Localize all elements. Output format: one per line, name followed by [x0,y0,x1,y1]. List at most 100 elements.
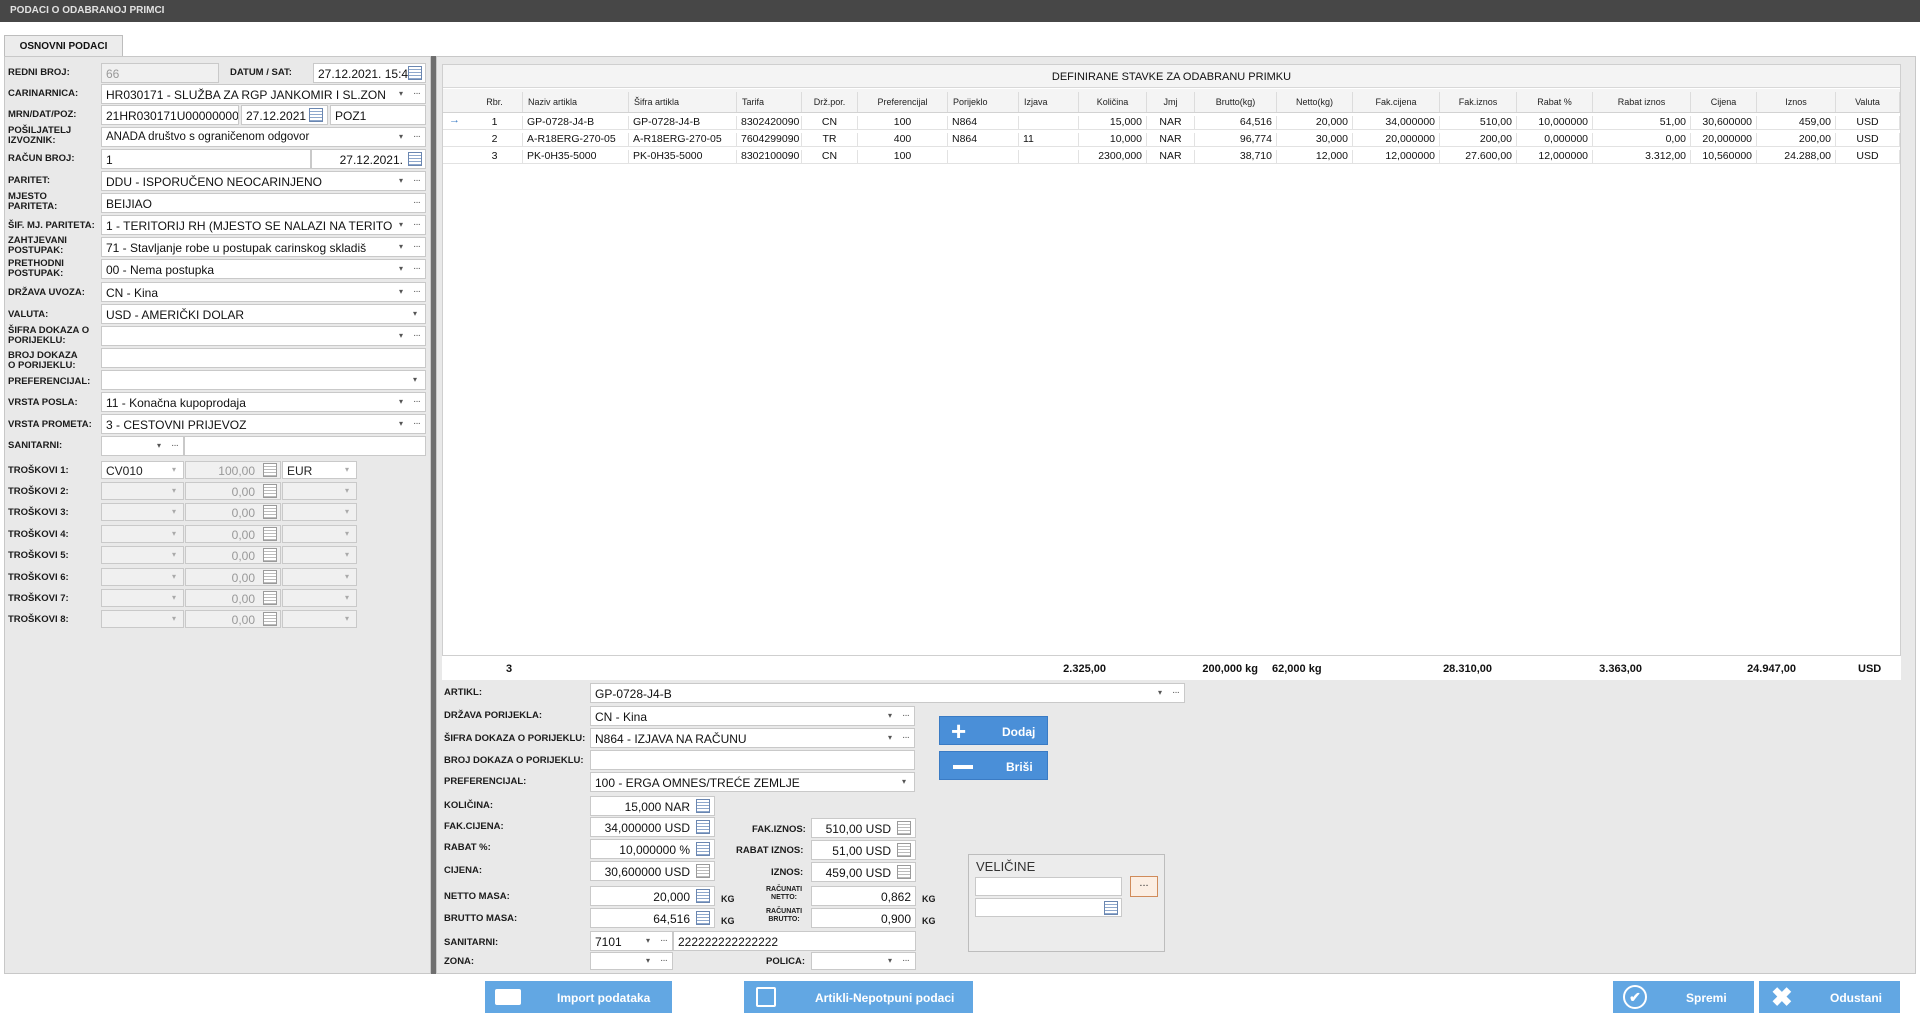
dodaj-button[interactable]: + Dodaj [939,716,1048,745]
chevron-down-icon[interactable]: ▾ [413,375,417,384]
chevron-down-icon[interactable]: ▾ [399,264,403,273]
broj-dokaza-detail-field[interactable] [590,750,915,770]
paritet-field[interactable]: DDU - ISPORUČENO NEOCARINJENO [101,171,426,191]
artikli-button[interactable]: Artikli-Nepotpuni podaci [744,981,973,1013]
ellipsis-icon[interactable]: ··· [413,219,421,230]
polica-field[interactable] [811,952,916,970]
sanitarni-detail-field[interactable]: 222222222222222 [673,931,916,951]
calculator-icon[interactable] [263,612,277,626]
column-header[interactable]: Naziv artikla [523,92,629,112]
column-header[interactable]: Izjava [1019,92,1079,112]
calculator-icon[interactable] [263,463,277,477]
racunati-netto-field[interactable]: 0,862 [811,886,916,906]
chevron-down-icon[interactable]: ▾ [888,711,892,720]
ellipsis-icon[interactable]: ··· [660,935,668,946]
ellipsis-icon[interactable]: ··· [413,175,421,186]
chevron-down-icon[interactable]: ▾ [345,550,349,559]
ellipsis-icon[interactable]: ··· [1172,687,1180,698]
chevron-down-icon[interactable]: ▾ [399,331,403,340]
import-button[interactable]: Import podataka [485,981,672,1013]
chevron-down-icon[interactable]: ▾ [172,486,176,495]
calendar-icon[interactable] [408,152,422,166]
sifra-dokaza-detail-field[interactable]: N864 - IZJAVA NA RAČUNU [590,728,915,748]
column-header[interactable]: Rabat iznos [1593,92,1691,112]
calculator-icon[interactable] [263,591,277,605]
column-header[interactable]: Tarifa [737,92,802,112]
prethodni-field[interactable]: 00 - Nema postupka [101,259,426,279]
chevron-down-icon[interactable]: ▾ [399,132,403,141]
calendar-icon[interactable] [309,108,323,122]
racun-field[interactable]: 1 [101,149,311,169]
calculator-icon[interactable] [696,889,710,903]
column-header[interactable]: Preferencijal [858,92,948,112]
column-header[interactable]: Fak.iznos [1440,92,1517,112]
column-header[interactable]: Brutto(kg) [1195,92,1277,112]
calendar-icon[interactable] [408,66,422,80]
calculator-icon[interactable] [897,821,911,835]
sif-paritet-field[interactable]: 1 - TERITORIJ RH (MJESTO SE NALAZI NA TE… [101,215,426,235]
column-header[interactable]: Valuta [1836,92,1900,112]
ellipsis-icon[interactable]: ··· [413,286,421,297]
brisi-button[interactable]: Briši [939,751,1048,780]
ellipsis-icon[interactable]: ··· [902,732,910,743]
carinarnica-field[interactable]: HR030171 - SLUŽBA ZA RGP JANKOMIR I SL.Z… [101,84,426,104]
ellipsis-icon[interactable]: ··· [902,710,910,721]
sifra-dokaza-field[interactable] [101,326,426,346]
calculator-icon[interactable] [263,570,277,584]
racunati-brutto-field[interactable]: 0,900 [811,908,916,928]
column-header[interactable]: Jmj [1147,92,1195,112]
column-header[interactable]: Cijena [1691,92,1757,112]
ellipsis-icon[interactable]: ··· [171,440,179,451]
chevron-down-icon[interactable]: ▾ [345,614,349,623]
calculator-icon[interactable] [696,911,710,925]
mrn-field[interactable]: 21HR030171U000000000 [101,105,239,125]
chevron-down-icon[interactable]: ▾ [345,465,349,474]
chevron-down-icon[interactable]: ▾ [646,956,650,965]
chevron-down-icon[interactable]: ▾ [902,777,906,786]
zahtjevani-field[interactable]: 71 - Stavljanje robe u postupak carinsko… [101,237,426,257]
velicine-field-2[interactable] [975,898,1122,917]
calculator-icon[interactable] [696,842,710,856]
chevron-down-icon[interactable]: ▾ [888,956,892,965]
mrn-poz-field[interactable]: POZ1 [330,105,426,125]
artikl-field[interactable]: GP-0728-J4-B [590,683,1185,703]
ellipsis-icon[interactable]: ··· [660,955,668,966]
chevron-down-icon[interactable]: ▾ [172,550,176,559]
spremi-button[interactable]: ✔ Spremi [1613,981,1754,1013]
column-header[interactable]: Šifra artikla [629,92,737,112]
valuta-field[interactable]: USD - AMERIČKI DOLAR [101,304,426,324]
velicine-browse-button[interactable]: ... [1130,876,1158,897]
ellipsis-icon[interactable]: ··· [413,263,421,274]
ellipsis-icon[interactable]: ··· [413,330,421,341]
column-header[interactable]: Porijeklo [948,92,1019,112]
preferencijal-detail-field[interactable]: 100 - ERGA OMNES/TREĆE ZEMLJE [590,772,915,792]
column-header[interactable]: Fak.cijena [1353,92,1440,112]
ellipsis-icon[interactable]: ··· [413,396,421,407]
chevron-down-icon[interactable]: ▾ [172,593,176,602]
chevron-down-icon[interactable]: ▾ [172,465,176,474]
ellipsis-icon[interactable]: ··· [413,241,421,252]
chevron-down-icon[interactable]: ▾ [345,507,349,516]
chevron-down-icon[interactable]: ▾ [172,614,176,623]
calendar-icon[interactable] [1104,901,1118,915]
calculator-icon[interactable] [263,548,277,562]
chevron-down-icon[interactable]: ▾ [172,572,176,581]
chevron-down-icon[interactable]: ▾ [646,936,650,945]
ellipsis-icon[interactable]: ··· [902,955,910,966]
chevron-down-icon[interactable]: ▾ [399,287,403,296]
column-header[interactable]: Drž.por. [802,92,858,112]
calculator-icon[interactable] [263,505,277,519]
chevron-down-icon[interactable]: ▾ [1158,688,1162,697]
column-header[interactable]: Rbr. [467,92,523,112]
vrsta-posla-field[interactable]: 11 - Konačna kupoprodaja [101,392,426,412]
chevron-down-icon[interactable]: ▾ [172,529,176,538]
mjesto-field[interactable]: BEIJIAO [101,193,426,213]
calculator-icon[interactable] [696,799,710,813]
calculator-icon[interactable] [897,843,911,857]
chevron-down-icon[interactable]: ▾ [413,309,417,318]
sanitarni-field[interactable] [184,436,426,456]
column-header[interactable]: Rabat % [1517,92,1593,112]
column-header[interactable]: Količina [1079,92,1147,112]
chevron-down-icon[interactable]: ▾ [345,529,349,538]
chevron-down-icon[interactable]: ▾ [399,419,403,428]
